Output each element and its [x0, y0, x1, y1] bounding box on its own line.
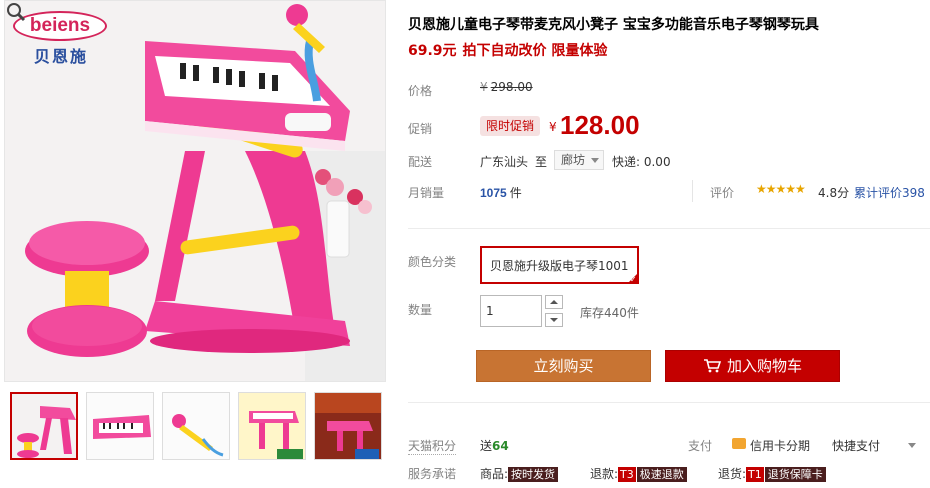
service-item[interactable]: 退货: T1 退货保障卡 [718, 465, 826, 482]
quantity-input[interactable]: 1 [480, 295, 542, 327]
main-product-image[interactable]: beiens 贝恩施 [4, 0, 386, 382]
quantity-decrease-button[interactable] [545, 313, 563, 327]
points-value: 64 [492, 439, 509, 453]
color-label: 颜色分类 [408, 255, 457, 269]
sales-count: 1075 [480, 186, 507, 200]
tmall-points: 送64 [480, 437, 509, 454]
promo-price: 128.00 [560, 110, 640, 140]
add-to-cart-button[interactable]: 加入购物车 [665, 350, 840, 382]
sales-label: 月销量 [408, 186, 445, 200]
payment-label: 支付 [688, 439, 713, 453]
destination-value: 廊坊 [561, 153, 586, 167]
rating-stars-icon: ★★★★★ [756, 182, 806, 196]
subtitle-text: 拍下自动改价 限量体验 [462, 43, 608, 59]
thumbnail-strip [10, 392, 382, 462]
zoom-icon[interactable] [5, 1, 27, 23]
points-prefix: 送 [480, 439, 493, 453]
service-tag: 按时发货 [508, 467, 559, 482]
product-subtitle: 69.9元 拍下自动改价 限量体验 [408, 40, 607, 60]
thumbnail-5-image [315, 393, 381, 459]
original-price-value: 298.00 [490, 80, 533, 94]
service-tag: 退货保障卡 [764, 467, 826, 482]
divider [408, 402, 930, 403]
sales-unit: 件 [509, 186, 522, 200]
service-prefix: 退款: [590, 467, 619, 481]
service-label: 服务承诺 [408, 467, 457, 481]
service-item[interactable]: 商品: 按时发货 [480, 465, 559, 482]
product-gallery: beiens 贝恩施 [0, 0, 388, 488]
ship-to-label: 至 [535, 155, 548, 169]
promo-badge: 限时促销 [480, 116, 541, 136]
tmall-points-label[interactable]: 天猫积分 [408, 437, 457, 455]
promo-label: 促销 [408, 122, 433, 136]
rating-score: 4.8分 [818, 186, 850, 200]
thumbnail-5[interactable] [314, 392, 382, 460]
credit-card-icon [732, 438, 746, 449]
thumbnail-3[interactable] [162, 392, 230, 460]
review-count-link[interactable]: 累计评价398 [854, 184, 925, 201]
quantity-label: 数量 [408, 303, 433, 317]
brand-logo-cn: 贝恩施 [33, 47, 88, 66]
thumbnail-3-image [163, 393, 229, 459]
original-price: ¥298.00 [480, 80, 533, 94]
quantity-increase-button[interactable] [545, 295, 563, 309]
buy-now-button[interactable]: 立刻购买 [476, 350, 651, 382]
stock-count: 库存440件 [580, 306, 639, 320]
add-to-cart-label: 加入购物车 [726, 357, 802, 375]
service-prefix: 退货: [718, 467, 747, 481]
brand-logo-text: beiens [13, 11, 107, 41]
service-tag: 极速退款 [636, 467, 687, 482]
review-label: 评价 [710, 186, 735, 200]
quick-pay[interactable]: 快捷支付 [832, 437, 880, 454]
thumbnail-4[interactable] [238, 392, 306, 460]
thumbnail-2[interactable] [86, 392, 154, 460]
product-title: 贝恩施儿童电子琴带麦克风小凳子 宝宝多功能音乐电子琴钢琴玩具 [408, 17, 819, 33]
color-option-selected[interactable]: 贝恩施升级版电子琴1001 ✓ [480, 246, 639, 284]
subtitle-price: 69.9元 [408, 43, 457, 59]
service-item[interactable]: 退款: T3 极速退款 [590, 465, 687, 482]
monthly-sales: 1075 件 [480, 184, 522, 201]
divider [408, 228, 930, 229]
service-tier-badge: T1 [746, 467, 764, 482]
credit-installment[interactable]: 信用卡分期 [750, 437, 810, 454]
brand-logo: beiens 贝恩施 [13, 11, 109, 67]
service-prefix: 商品: [480, 467, 509, 481]
thumbnail-4-image [239, 393, 305, 459]
destination-select[interactable]: 廊坊 [554, 150, 605, 170]
chevron-down-icon[interactable] [908, 443, 916, 448]
promo-currency: ¥ [549, 120, 557, 134]
thumbnail-2-image [87, 393, 153, 459]
thumbnail-1[interactable] [10, 392, 78, 460]
ship-from: 广东汕头 [480, 155, 529, 169]
shipping-fee: 快递: 0.00 [612, 155, 671, 169]
shipping-label: 配送 [408, 155, 433, 169]
original-currency: ¥ [480, 80, 488, 94]
divider [692, 180, 693, 202]
cart-icon [703, 359, 721, 373]
price-label: 价格 [408, 84, 433, 98]
service-tier-badge: T3 [618, 467, 636, 482]
thumbnail-1-image [12, 394, 76, 458]
check-icon: ✓ [629, 275, 637, 284]
chevron-down-icon [591, 158, 600, 163]
color-option-label: 贝恩施升级版电子琴1001 [490, 259, 629, 273]
product-info: 贝恩施儿童电子琴带麦克风小凳子 宝宝多功能音乐电子琴钢琴玩具 69.9元 拍下自动… [408, 0, 930, 488]
